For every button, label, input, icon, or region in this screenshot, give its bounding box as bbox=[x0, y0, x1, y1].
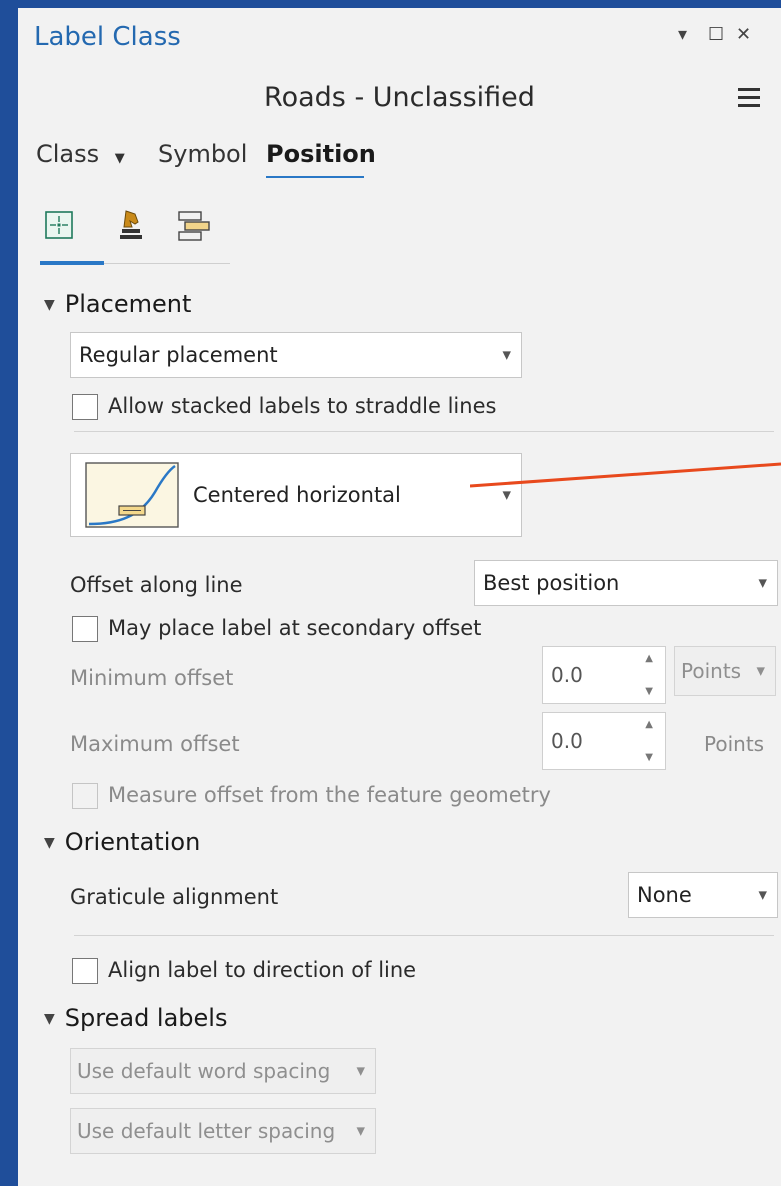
tab-position[interactable]: Position bbox=[266, 140, 376, 168]
chevron-down-icon: ▼ bbox=[356, 1124, 365, 1138]
placement-type-dropdown[interactable]: Regular placement ▼ bbox=[70, 332, 522, 378]
chevron-down-icon: ▼ bbox=[44, 835, 55, 851]
min-offset-unit-dropdown[interactable]: Points ▼ bbox=[674, 646, 776, 696]
centered-horizontal-icon bbox=[85, 462, 179, 528]
chevron-down-icon: ▼ bbox=[44, 1011, 55, 1027]
label-class-name: Roads - Unclassified bbox=[264, 82, 535, 113]
min-offset-unit: Points bbox=[681, 659, 742, 683]
orientation-section-label: Orientation bbox=[64, 828, 201, 856]
active-subtab-indicator bbox=[40, 261, 104, 265]
pane-title: Label Class bbox=[34, 22, 181, 52]
word-spacing-value: Use default word spacing bbox=[77, 1059, 331, 1083]
menu-icon[interactable] bbox=[738, 88, 760, 108]
chess-knight-icon[interactable] bbox=[118, 208, 144, 242]
tab-class-label: Class bbox=[36, 140, 100, 168]
min-offset-label: Minimum offset bbox=[70, 666, 234, 690]
letter-spacing-dropdown[interactable]: Use default letter spacing ▼ bbox=[70, 1108, 376, 1154]
max-offset-spinner[interactable]: 0.0 ▲ ▼ bbox=[542, 712, 666, 770]
chevron-down-icon: ▼ bbox=[356, 1064, 365, 1078]
orientation-section-header[interactable]: ▼ Orientation bbox=[44, 828, 200, 856]
divider bbox=[74, 431, 774, 432]
max-offset-unit: Points bbox=[704, 732, 765, 756]
min-offset-value: 0.0 bbox=[551, 663, 583, 687]
position-style-dropdown[interactable]: Centered horizontal ▼ bbox=[70, 453, 522, 537]
spin-down-icon[interactable]: ▼ bbox=[645, 752, 653, 763]
spin-up-icon[interactable]: ▲ bbox=[645, 653, 653, 664]
secondary-offset-label: May place label at secondary offset bbox=[108, 616, 482, 640]
spread-section-label: Spread labels bbox=[64, 1004, 228, 1032]
position-style-value: Centered horizontal bbox=[193, 483, 401, 507]
secondary-offset-checkbox[interactable] bbox=[72, 616, 98, 642]
placement-type-value: Regular placement bbox=[79, 343, 278, 367]
chevron-down-icon: ▼ bbox=[44, 297, 55, 313]
offset-along-line-dropdown[interactable]: Best position ▼ bbox=[474, 560, 778, 606]
chevron-down-icon: ▼ bbox=[758, 888, 767, 902]
tab-class[interactable]: Class ▼ bbox=[36, 140, 125, 168]
placement-section-header[interactable]: ▼ Placement bbox=[44, 290, 191, 318]
active-tab-indicator bbox=[266, 176, 364, 178]
straddle-checkbox[interactable] bbox=[72, 394, 98, 420]
straddle-checkbox-label: Allow stacked labels to straddle lines bbox=[108, 394, 497, 418]
offset-along-line-value: Best position bbox=[483, 571, 620, 595]
placement-section-label: Placement bbox=[64, 290, 192, 318]
min-offset-spinner[interactable]: 0.0 ▲ ▼ bbox=[542, 646, 666, 704]
word-spacing-dropdown[interactable]: Use default word spacing ▼ bbox=[70, 1048, 376, 1094]
pin-dropdown-icon[interactable]: ▾ bbox=[678, 24, 687, 45]
graticule-value: None bbox=[637, 883, 692, 907]
chevron-down-icon: ▼ bbox=[114, 151, 125, 166]
letter-spacing-value: Use default letter spacing bbox=[77, 1119, 336, 1143]
graticule-label: Graticule alignment bbox=[70, 885, 279, 909]
tab-symbol[interactable]: Symbol bbox=[158, 140, 247, 168]
spin-down-icon[interactable]: ▼ bbox=[645, 686, 653, 697]
chevron-down-icon: ▼ bbox=[756, 664, 765, 678]
offset-along-line-label: Offset along line bbox=[70, 573, 243, 597]
spin-up-icon[interactable]: ▲ bbox=[645, 719, 653, 730]
annotation-arrow bbox=[469, 446, 781, 496]
align-direction-checkbox[interactable] bbox=[72, 958, 98, 984]
measure-offset-checkbox[interactable] bbox=[72, 783, 98, 809]
align-direction-label: Align label to direction of line bbox=[108, 958, 417, 982]
label-class-pane: Label Class ▾ ☐ ✕ Roads - Unclassified C… bbox=[18, 8, 781, 1186]
max-offset-value: 0.0 bbox=[551, 729, 583, 753]
graticule-dropdown[interactable]: None ▼ bbox=[628, 872, 778, 918]
chevron-down-icon: ▼ bbox=[502, 348, 511, 362]
maximize-icon[interactable]: ☐ bbox=[708, 24, 724, 45]
spread-section-header[interactable]: ▼ Spread labels bbox=[44, 1004, 227, 1032]
divider bbox=[74, 935, 774, 936]
chevron-down-icon: ▼ bbox=[758, 576, 767, 590]
measure-offset-label: Measure offset from the feature geometry bbox=[108, 783, 551, 807]
close-icon[interactable]: ✕ bbox=[736, 24, 751, 45]
placement-crosshair-icon[interactable] bbox=[44, 210, 74, 240]
max-offset-label: Maximum offset bbox=[70, 732, 240, 756]
fitting-strategy-icon[interactable] bbox=[176, 210, 212, 242]
